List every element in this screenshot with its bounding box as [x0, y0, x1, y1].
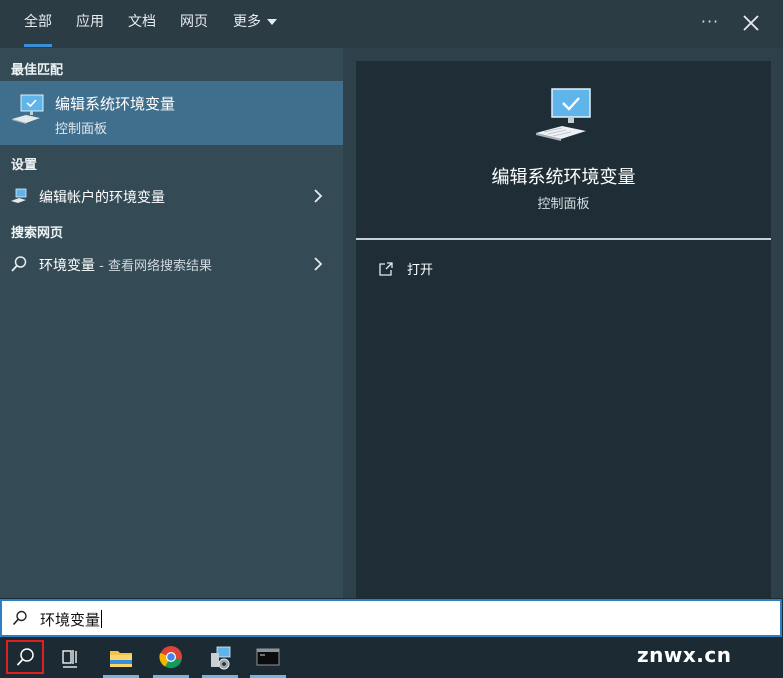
web-search-label: 环境变量 - 查看网络搜索结果	[39, 255, 212, 275]
detail-pane: 编辑系统环境变量 控制面板 打开	[356, 61, 771, 598]
terminal-button[interactable]	[248, 638, 288, 678]
taskbar-search-button[interactable]	[6, 640, 44, 674]
chevron-right-icon	[314, 189, 323, 203]
tab-apps-label: 应用	[76, 14, 104, 30]
chevron-down-icon	[267, 19, 277, 25]
settings-monitor-icon	[11, 188, 27, 203]
close-button[interactable]	[738, 10, 764, 36]
search-icon	[11, 256, 27, 272]
search-panel: 全部 应用 文档 网页 更多 ··· 最佳匹配 编辑系统环境变量 控制面板 设置	[0, 0, 783, 598]
detail-subtitle: 控制面板	[537, 197, 590, 212]
terminal-icon	[256, 648, 280, 666]
system-settings-icon	[211, 646, 231, 670]
detail-divider	[356, 238, 771, 240]
search-box[interactable]: 环境变量	[0, 599, 782, 637]
watermark-text: znwx.cn	[637, 643, 732, 667]
best-match-item[interactable]: 编辑系统环境变量 控制面板	[0, 81, 343, 145]
results-list: 最佳匹配 编辑系统环境变量 控制面板 设置 编辑帐户的环境变量 搜索网页 环境变…	[0, 48, 343, 598]
open-external-icon	[379, 262, 393, 276]
tab-more-label: 更多	[233, 14, 261, 30]
open-action[interactable]: 打开	[372, 257, 672, 281]
chevron-right-icon	[314, 257, 323, 271]
search-tabs-bar: 全部 应用 文档 网页 更多 ···	[0, 0, 783, 48]
web-search-heading: 搜索网页	[11, 226, 64, 241]
search-input-value: 环境变量	[40, 611, 101, 629]
web-search-item[interactable]: 环境变量 - 查看网络搜索结果	[0, 248, 343, 280]
search-icon	[12, 610, 27, 626]
tab-documents[interactable]: 文档	[128, 0, 156, 48]
settings-item-label: 编辑帐户的环境变量	[39, 190, 165, 206]
task-view-icon	[62, 650, 77, 668]
chrome-icon	[159, 646, 182, 669]
system-settings-button[interactable]	[200, 638, 240, 678]
tab-more[interactable]: 更多	[233, 0, 277, 48]
best-match-heading: 最佳匹配	[11, 63, 64, 78]
tab-all-label: 全部	[24, 14, 52, 30]
close-icon	[743, 15, 759, 31]
task-view-button[interactable]	[50, 638, 90, 678]
chrome-button[interactable]	[151, 638, 191, 678]
open-action-label: 打开	[407, 263, 434, 278]
web-search-query: 环境变量	[39, 258, 95, 274]
taskbar: znwx.cn	[0, 638, 783, 678]
tab-documents-label: 文档	[128, 14, 156, 30]
best-match-title: 编辑系统环境变量	[55, 95, 176, 113]
detail-title: 编辑系统环境变量	[491, 167, 636, 188]
monitor-check-icon	[536, 88, 591, 141]
more-options-button[interactable]: ···	[698, 8, 722, 36]
settings-heading: 设置	[11, 158, 38, 173]
file-explorer-button[interactable]	[101, 638, 141, 678]
monitor-check-icon	[12, 94, 44, 124]
tab-web[interactable]: 网页	[180, 0, 208, 48]
tab-web-label: 网页	[180, 14, 208, 30]
tab-all[interactable]: 全部	[24, 0, 52, 48]
settings-item-edit-account-env[interactable]: 编辑帐户的环境变量	[0, 180, 343, 212]
best-match-subtitle: 控制面板	[55, 122, 108, 137]
web-search-suffix: - 查看网络搜索结果	[95, 259, 212, 274]
search-icon	[16, 648, 34, 666]
search-input[interactable]: 环境变量	[40, 609, 103, 630]
file-explorer-icon	[110, 651, 132, 667]
tab-apps[interactable]: 应用	[76, 0, 104, 48]
text-cursor	[101, 610, 103, 628]
